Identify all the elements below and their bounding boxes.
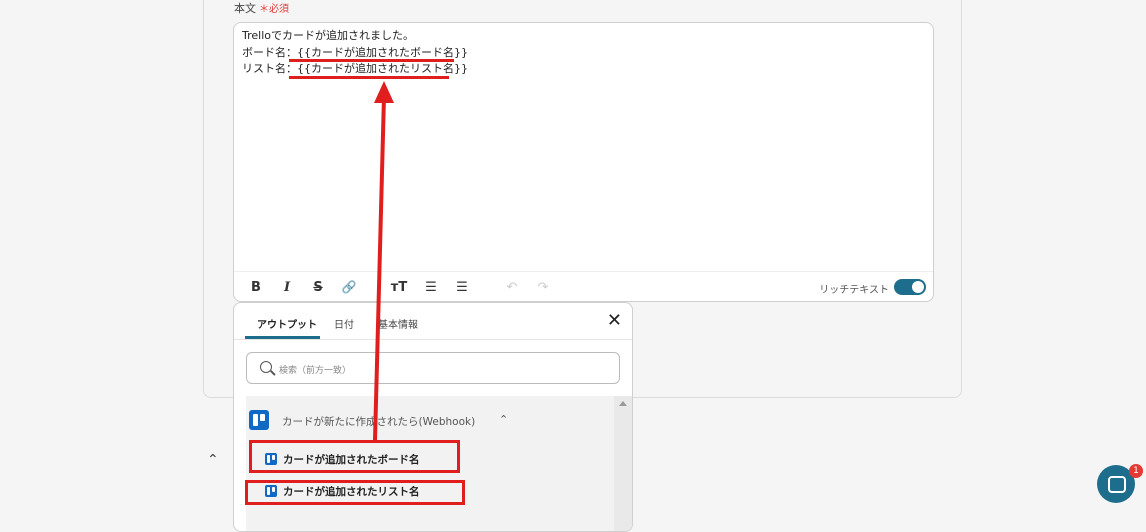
arrow-shaft (373, 95, 386, 441)
notification-badge: 1 (1129, 464, 1143, 478)
annotation-arrow (373, 81, 394, 441)
collapse-chevron-icon[interactable]: ⌃ (207, 452, 219, 468)
arrow-head (374, 81, 394, 103)
